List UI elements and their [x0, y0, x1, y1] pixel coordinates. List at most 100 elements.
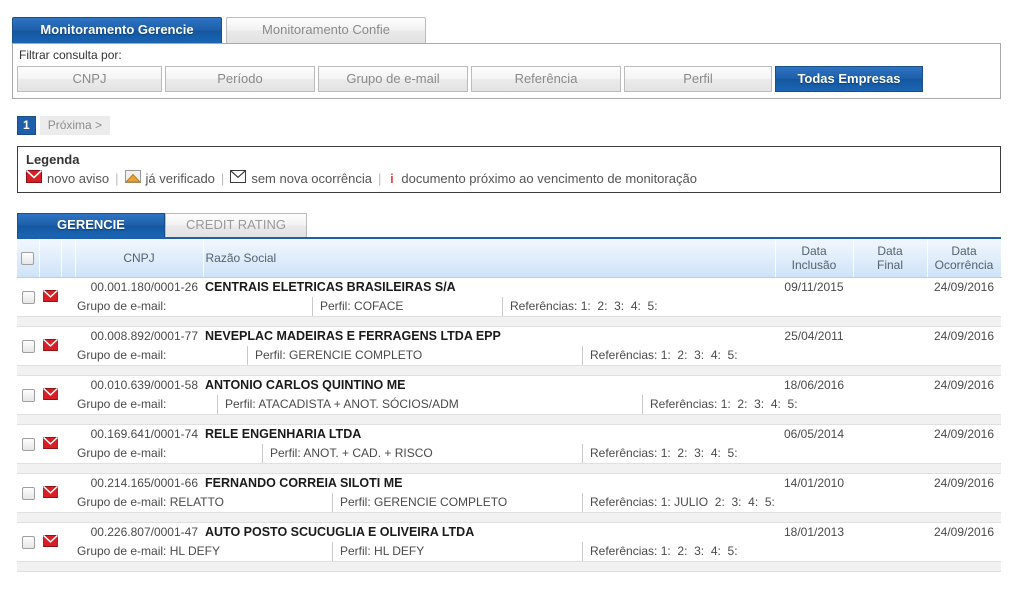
- cell-data-ocorrencia: 24/09/2016: [933, 377, 995, 392]
- ref-3-label: 3:: [694, 445, 705, 460]
- table-row[interactable]: 00.169.641/0001-74 RELE ENGENHARIA LTDA 06…: [17, 425, 1001, 474]
- header-data-final[interactable]: Data Final: [853, 239, 928, 278]
- row-checkbox[interactable]: [21, 437, 35, 451]
- filter-tabs: CNPJ Período Grupo de e-mail Referência …: [17, 66, 996, 92]
- row-select-cell: [17, 376, 39, 414]
- row-detail-cell: Grupo de e-mail: Perfil: ANOT. + CAD. + …: [75, 443, 1001, 463]
- referencias-label: Referências:: [590, 445, 658, 460]
- grupo-de-email-label: Grupo de e-mail:: [77, 494, 167, 509]
- row-select-cell: [17, 474, 39, 512]
- cell-razao-social: RELE ENGENHARIA LTDA: [203, 425, 775, 444]
- grid-tab-credit-rating[interactable]: CREDIT RATING: [165, 213, 307, 237]
- grid-tabstrip: GERENCIE CREDIT RATING: [17, 213, 1013, 237]
- header-data-ocorrencia[interactable]: Data Ocorrência: [927, 239, 1002, 278]
- row-checkbox[interactable]: [21, 290, 35, 304]
- filter-panel: Filtrar consulta por: CNPJ Período Grupo…: [12, 43, 1001, 99]
- ref-2-label: 2:: [677, 445, 688, 460]
- grupo-de-email-field: Grupo de e-mail:: [77, 297, 166, 316]
- perfil-label: Perfil:: [320, 298, 351, 313]
- legend-label-ja-verificado: já verificado: [145, 170, 215, 186]
- envelope-red-icon[interactable]: [42, 436, 58, 452]
- perfil-field: Perfil: GERENCIE COMPLETO: [332, 492, 508, 512]
- module-tabstrip: Monitoramento Gerencie Monitoramento Con…: [0, 0, 1013, 43]
- header-cnpj[interactable]: CNPJ: [75, 239, 204, 278]
- perfil-value: GERENCIE COMPLETO: [374, 494, 508, 509]
- row-status-icon-cell: [39, 474, 61, 512]
- row-checkbox[interactable]: [21, 486, 35, 500]
- grid-tab-gerencie[interactable]: GERENCIE: [17, 213, 165, 237]
- legend-panel: Legenda novo aviso | já verificado | sem…: [17, 146, 1001, 193]
- cell-razao-social: NEVEPLAC MADEIRAS E FERRAGENS LTDA EPP: [203, 327, 775, 346]
- pagination: 1 Próxima >: [17, 115, 1013, 135]
- header-data-inclusao-line2: Inclusão: [791, 257, 837, 272]
- referencias-field: Referências: 1: 2: 3: 4: 5:: [582, 345, 738, 365]
- table-row[interactable]: 00.214.165/0001-66 FERNANDO CORREIA SILOT…: [17, 474, 1001, 523]
- envelope-red-icon[interactable]: [42, 485, 58, 501]
- row-separator: [17, 315, 1001, 327]
- cell-data-final: [853, 278, 927, 297]
- cell-cnpj: 00.169.641/0001-74: [75, 425, 203, 444]
- row-checkbox[interactable]: [21, 339, 35, 353]
- row-checkbox[interactable]: [21, 535, 35, 549]
- cell-data-inclusao: 14/01/2010: [783, 475, 845, 490]
- ref-5-label: 5:: [727, 347, 738, 362]
- razao-social-value: AUTO POSTO SCUCUGLIA E OLIVEIRA LTDA: [205, 524, 475, 539]
- cell-data-inclusao: 06/05/2014: [783, 426, 845, 441]
- next-page-link[interactable]: Próxima >: [39, 115, 111, 135]
- tab-monitoramento-confie[interactable]: Monitoramento Confie: [226, 17, 426, 43]
- perfil-value: HL DEFY: [374, 543, 425, 558]
- header-data-final-line2: Final: [876, 257, 903, 272]
- tab-monitoramento-gerencie[interactable]: Monitoramento Gerencie: [12, 17, 222, 43]
- envelope-red-icon[interactable]: [42, 289, 58, 305]
- cell-data-final: [853, 376, 927, 395]
- row-gap-cell: [61, 327, 75, 365]
- perfil-label: Perfil:: [340, 494, 371, 509]
- ref-2-label: 2:: [737, 396, 748, 411]
- header-icon-cell: [39, 239, 62, 278]
- grupo-de-email-label: Grupo de e-mail:: [77, 298, 167, 313]
- cnpj-value: 00.008.892/0001-77: [90, 328, 198, 343]
- cell-data-inclusao: 18/01/2013: [783, 524, 845, 539]
- table-row[interactable]: 00.001.180/0001-26 CENTRAIS ELETRICAS BRA…: [17, 278, 1001, 327]
- filter-tab-referencia[interactable]: Referência: [471, 66, 621, 92]
- row-checkbox[interactable]: [21, 388, 35, 402]
- cell-data-ocorrencia: 24/09/2016: [933, 475, 995, 490]
- ref-3-label: 3:: [731, 494, 742, 509]
- razao-social-value: ANTONIO CARLOS QUINTINO ME: [205, 377, 406, 392]
- table-row[interactable]: 00.010.639/0001-58 ANTONIO CARLOS QUINTIN…: [17, 376, 1001, 425]
- filter-tab-todas-empresas[interactable]: Todas Empresas: [775, 66, 923, 92]
- page-number-1[interactable]: 1: [17, 115, 36, 135]
- table-row[interactable]: 00.008.892/0001-77 NEVEPLAC MADEIRAS E FE…: [17, 327, 1001, 376]
- ref-4-label: 4:: [710, 445, 721, 460]
- filter-tab-grupo-de-email[interactable]: Grupo de e-mail: [318, 66, 468, 92]
- row-separator: [17, 511, 1001, 523]
- perfil-label: Perfil:: [340, 543, 371, 558]
- row-select-cell: [17, 523, 39, 561]
- filter-tab-cnpj[interactable]: CNPJ: [17, 66, 162, 92]
- row-separator: [17, 462, 1001, 474]
- ref-3-label: 3:: [614, 298, 625, 313]
- ref-1-label: 1:: [580, 298, 591, 313]
- perfil-field: Perfil: ATACADISTA + ANOT. SÓCIOS/ADM: [217, 394, 459, 414]
- ref-2-label: 2:: [714, 494, 725, 509]
- row-detail-cell: Grupo de e-mail: Perfil: GERENCIE COMPLE…: [75, 345, 1001, 365]
- table-row[interactable]: 00.226.807/0001-47 AUTO POSTO SCUCUGLIA E…: [17, 523, 1001, 572]
- filter-tab-periodo[interactable]: Período: [165, 66, 315, 92]
- envelope-red-icon[interactable]: [42, 534, 58, 550]
- ref-2-label: 2:: [597, 298, 608, 313]
- envelope-red-icon[interactable]: [42, 387, 58, 403]
- grupo-de-email-field: Grupo de e-mail: RELATTO: [77, 493, 224, 512]
- perfil-field: Perfil: ANOT. + CAD. + RISCO: [262, 443, 433, 463]
- header-data-inclusao[interactable]: Data Inclusão: [775, 239, 854, 278]
- row-separator: [17, 560, 1001, 572]
- select-all-checkbox[interactable]: [21, 251, 35, 265]
- row-gap-cell: [61, 523, 75, 561]
- filter-tab-perfil[interactable]: Perfil: [624, 66, 772, 92]
- cnpj-value: 00.226.807/0001-47: [90, 524, 198, 539]
- ref-1-label: 1:: [660, 445, 671, 460]
- header-razao-social[interactable]: Razão Social: [203, 239, 776, 278]
- row-gap-cell: [61, 376, 75, 414]
- legend-items: novo aviso | já verificado | sem nova oc…: [25, 169, 992, 186]
- envelope-red-icon[interactable]: [42, 338, 58, 354]
- row-status-icon-cell: [39, 376, 61, 414]
